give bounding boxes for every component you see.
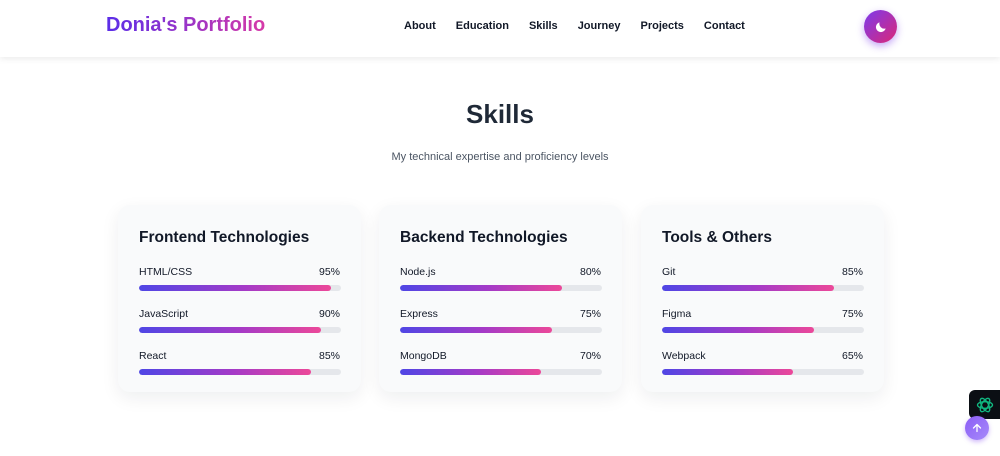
progress-fill — [662, 285, 834, 291]
progress-fill — [139, 369, 311, 375]
brand-logo[interactable]: Donia's Portfolio — [106, 14, 265, 37]
skill-percent: 85% — [841, 266, 863, 278]
skill-card-tools: Tools & Others Git 85% Figma 75% Webpack… — [641, 205, 884, 392]
skill-name: JavaScript — [139, 308, 189, 320]
skill-card-backend: Backend Technologies Node.js 80% Express… — [379, 205, 622, 392]
section-title: Skills — [466, 99, 534, 129]
skill-name: Webpack — [662, 350, 706, 362]
card-title: Backend Technologies — [400, 229, 568, 246]
skill-name: MongoDB — [400, 350, 447, 362]
nav-links: About Education Skills Journey Projects … — [404, 20, 745, 32]
progress-fill — [662, 369, 794, 375]
skill-percent: 75% — [579, 308, 601, 320]
skill-item: Node.js 80% — [400, 266, 602, 291]
skill-percent: 90% — [318, 308, 340, 320]
nav-link-education[interactable]: Education — [456, 20, 509, 32]
skill-item: Express 75% — [400, 308, 602, 333]
skill-item: JavaScript 90% — [139, 308, 341, 333]
moon-icon — [875, 21, 886, 32]
skill-name: Figma — [662, 308, 692, 320]
nav-link-skills[interactable]: Skills — [529, 20, 558, 32]
progress-fill — [139, 327, 321, 333]
skill-item: Webpack 65% — [662, 350, 864, 375]
skill-item: Figma 75% — [662, 308, 864, 333]
progress-fill — [400, 369, 542, 375]
progress-track — [662, 327, 864, 333]
skill-item: React 85% — [139, 350, 341, 375]
scroll-to-top-button[interactable] — [965, 416, 989, 440]
progress-fill — [139, 285, 331, 291]
assistant-widget-button[interactable] — [969, 390, 1000, 419]
progress-track — [400, 327, 602, 333]
progress-track — [662, 369, 864, 375]
skill-item: Git 85% — [662, 266, 864, 291]
skill-percent: 75% — [841, 308, 863, 320]
skill-name: React — [139, 350, 167, 362]
arrow-up-icon — [972, 423, 982, 433]
progress-track — [139, 369, 341, 375]
navbar: Donia's Portfolio About Education Skills… — [0, 0, 1000, 57]
skill-name: HTML/CSS — [139, 266, 193, 278]
progress-fill — [400, 327, 552, 333]
skill-name: Git — [662, 266, 676, 278]
skill-percent: 85% — [318, 350, 340, 362]
skill-name: Node.js — [400, 266, 436, 278]
progress-fill — [400, 285, 562, 291]
theme-toggle-button[interactable] — [864, 10, 897, 43]
card-title: Frontend Technologies — [139, 229, 310, 246]
progress-fill — [662, 327, 814, 333]
card-title: Tools & Others — [662, 229, 772, 246]
skill-item: HTML/CSS 95% — [139, 266, 341, 291]
progress-track — [400, 369, 602, 375]
skill-card-frontend: Frontend Technologies HTML/CSS 95% JavaS… — [118, 205, 361, 392]
skill-percent: 95% — [318, 266, 340, 278]
skill-percent: 65% — [841, 350, 863, 362]
progress-track — [662, 285, 864, 291]
progress-track — [139, 327, 341, 333]
openai-logo-icon — [976, 397, 993, 412]
skill-percent: 80% — [579, 266, 601, 278]
nav-link-projects[interactable]: Projects — [640, 20, 683, 32]
nav-link-about[interactable]: About — [404, 20, 436, 32]
nav-link-contact[interactable]: Contact — [704, 20, 745, 32]
progress-track — [400, 285, 602, 291]
skill-name: Express — [400, 308, 438, 320]
skill-item: MongoDB 70% — [400, 350, 602, 375]
progress-track — [139, 285, 341, 291]
section-subtitle: My technical expertise and proficiency l… — [391, 151, 609, 163]
nav-link-journey[interactable]: Journey — [578, 20, 621, 32]
skill-percent: 70% — [579, 350, 601, 362]
